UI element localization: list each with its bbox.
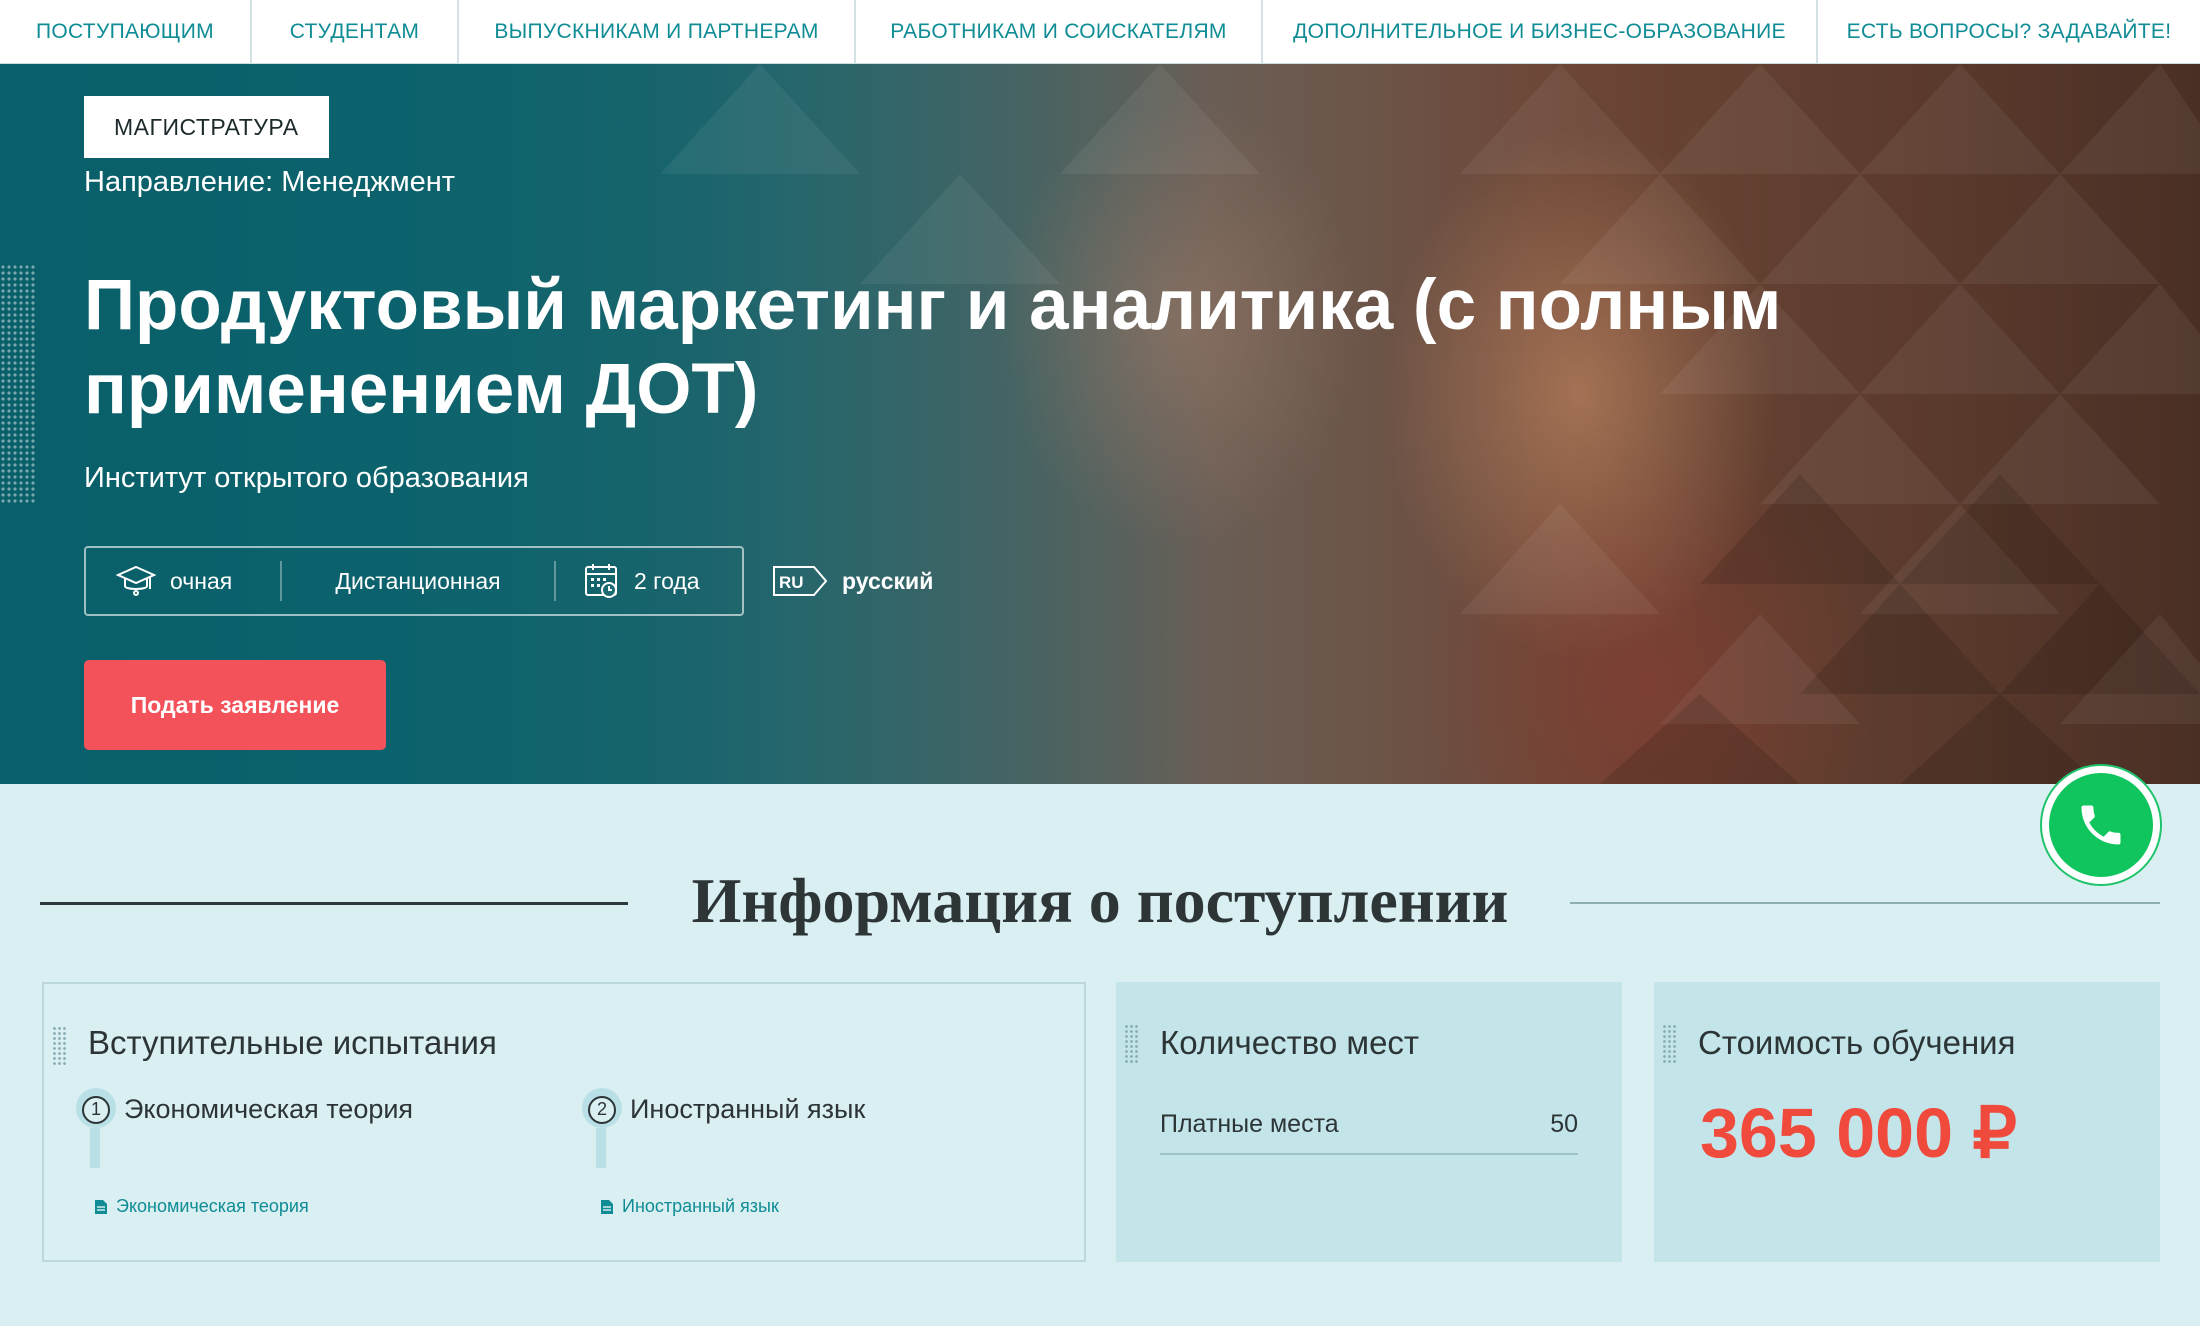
nav-item-extra-education[interactable]: ДОПОЛНИТЕЛЬНОЕ И БИЗНЕС-ОБРАЗОВАНИЕ: [1263, 0, 1818, 63]
seats-title: Количество мест: [1160, 1024, 1420, 1061]
calendar-icon: [584, 562, 620, 600]
program-facts: очная Дистанционная 2 года: [84, 546, 744, 616]
nav-item-students[interactable]: СТУДЕНТАМ: [252, 0, 459, 63]
exam-connector: [90, 1128, 100, 1168]
seats-label: Платные места: [1160, 1110, 1339, 1138]
tuition-price: 365 000 ₽: [1700, 1094, 2018, 1172]
entrance-exams-card: Вступительные испытания 1 Экономическая …: [42, 982, 1086, 1262]
nav-item-questions[interactable]: ЕСТЬ ВОПРОСЫ? ЗАДАВАЙТЕ!: [1818, 0, 2200, 63]
fact-language-label: русский: [842, 567, 934, 594]
exam-link-label: Иностранный язык: [622, 1196, 779, 1216]
cost-title: Стоимость обучения: [1698, 1024, 2016, 1061]
fact-form-label: очная: [170, 567, 233, 594]
exams-title: Вступительные испытания: [88, 1024, 497, 1061]
decorative-dots: [0, 264, 36, 504]
program-title: Продуктовый маркетинг и аналитика (с пол…: [84, 266, 1782, 429]
heading-rule-left: [40, 902, 628, 905]
call-button[interactable]: [2040, 764, 2162, 886]
nav-item-applicants[interactable]: ПОСТУПАЮЩИМ: [0, 0, 252, 63]
exam-item: 1 Экономическая теория: [76, 1088, 414, 1168]
card-dots: [52, 1026, 66, 1066]
exam-program-link[interactable]: Экономическая теория: [94, 1196, 309, 1217]
document-icon: [600, 1199, 614, 1215]
fact-form: очная: [86, 548, 280, 614]
institute-name: Институт открытого образования: [84, 462, 529, 494]
fact-language: RU русский: [772, 546, 933, 616]
exam-label: Экономическая теория: [124, 1094, 414, 1124]
seats-value: 50: [1550, 1110, 1578, 1138]
language-code: RU: [779, 573, 804, 592]
fact-duration-label: 2 года: [634, 567, 700, 594]
phone-icon: [2081, 805, 2121, 845]
ru-language-icon: RU: [772, 565, 828, 597]
card-dots: [1124, 1024, 1138, 1064]
exam-number: 2: [588, 1095, 616, 1124]
card-dots: [1662, 1024, 1676, 1064]
exam-connector: [596, 1128, 606, 1168]
seats-row: Платные места 50: [1160, 1110, 1578, 1155]
nav-item-employees[interactable]: РАБОТНИКАМ И СОИСКАТЕЛЯМ: [856, 0, 1263, 63]
graduation-cap-icon: [116, 563, 156, 599]
section-title: Информация о поступлении: [691, 865, 1509, 936]
heading-rule-right: [1570, 902, 2160, 904]
seats-card: Количество мест Платные места 50: [1116, 982, 1622, 1262]
cost-card: Стоимость обучения 365 000 ₽: [1654, 982, 2160, 1262]
fact-duration: 2 года: [556, 548, 700, 614]
exam-item: 2 Иностранный язык: [582, 1088, 866, 1168]
top-navigation: ПОСТУПАЮЩИМ СТУДЕНТАМ ВЫПУСКНИКАМ И ПАРТ…: [0, 0, 2200, 64]
document-icon: [94, 1199, 108, 1215]
apply-button[interactable]: Подать заявление: [84, 660, 386, 750]
exam-number: 1: [82, 1095, 110, 1124]
hero-banner: МАГИСТРАТУРА Направление: Менеджмент Про…: [0, 64, 2200, 784]
program-direction: Направление: Менеджмент: [84, 166, 456, 198]
exam-label: Иностранный язык: [630, 1094, 866, 1124]
degree-badge: МАГИСТРАТУРА: [84, 96, 329, 158]
call-button-circle: [2049, 773, 2153, 877]
exam-link-label: Экономическая теория: [116, 1196, 309, 1216]
exam-program-link[interactable]: Иностранный язык: [600, 1196, 779, 1217]
fact-format: Дистанционная: [282, 548, 554, 614]
nav-item-graduates-partners[interactable]: ВЫПУСКНИКАМ И ПАРТНЕРАМ: [459, 0, 856, 63]
fact-format-label: Дистанционная: [335, 567, 501, 594]
